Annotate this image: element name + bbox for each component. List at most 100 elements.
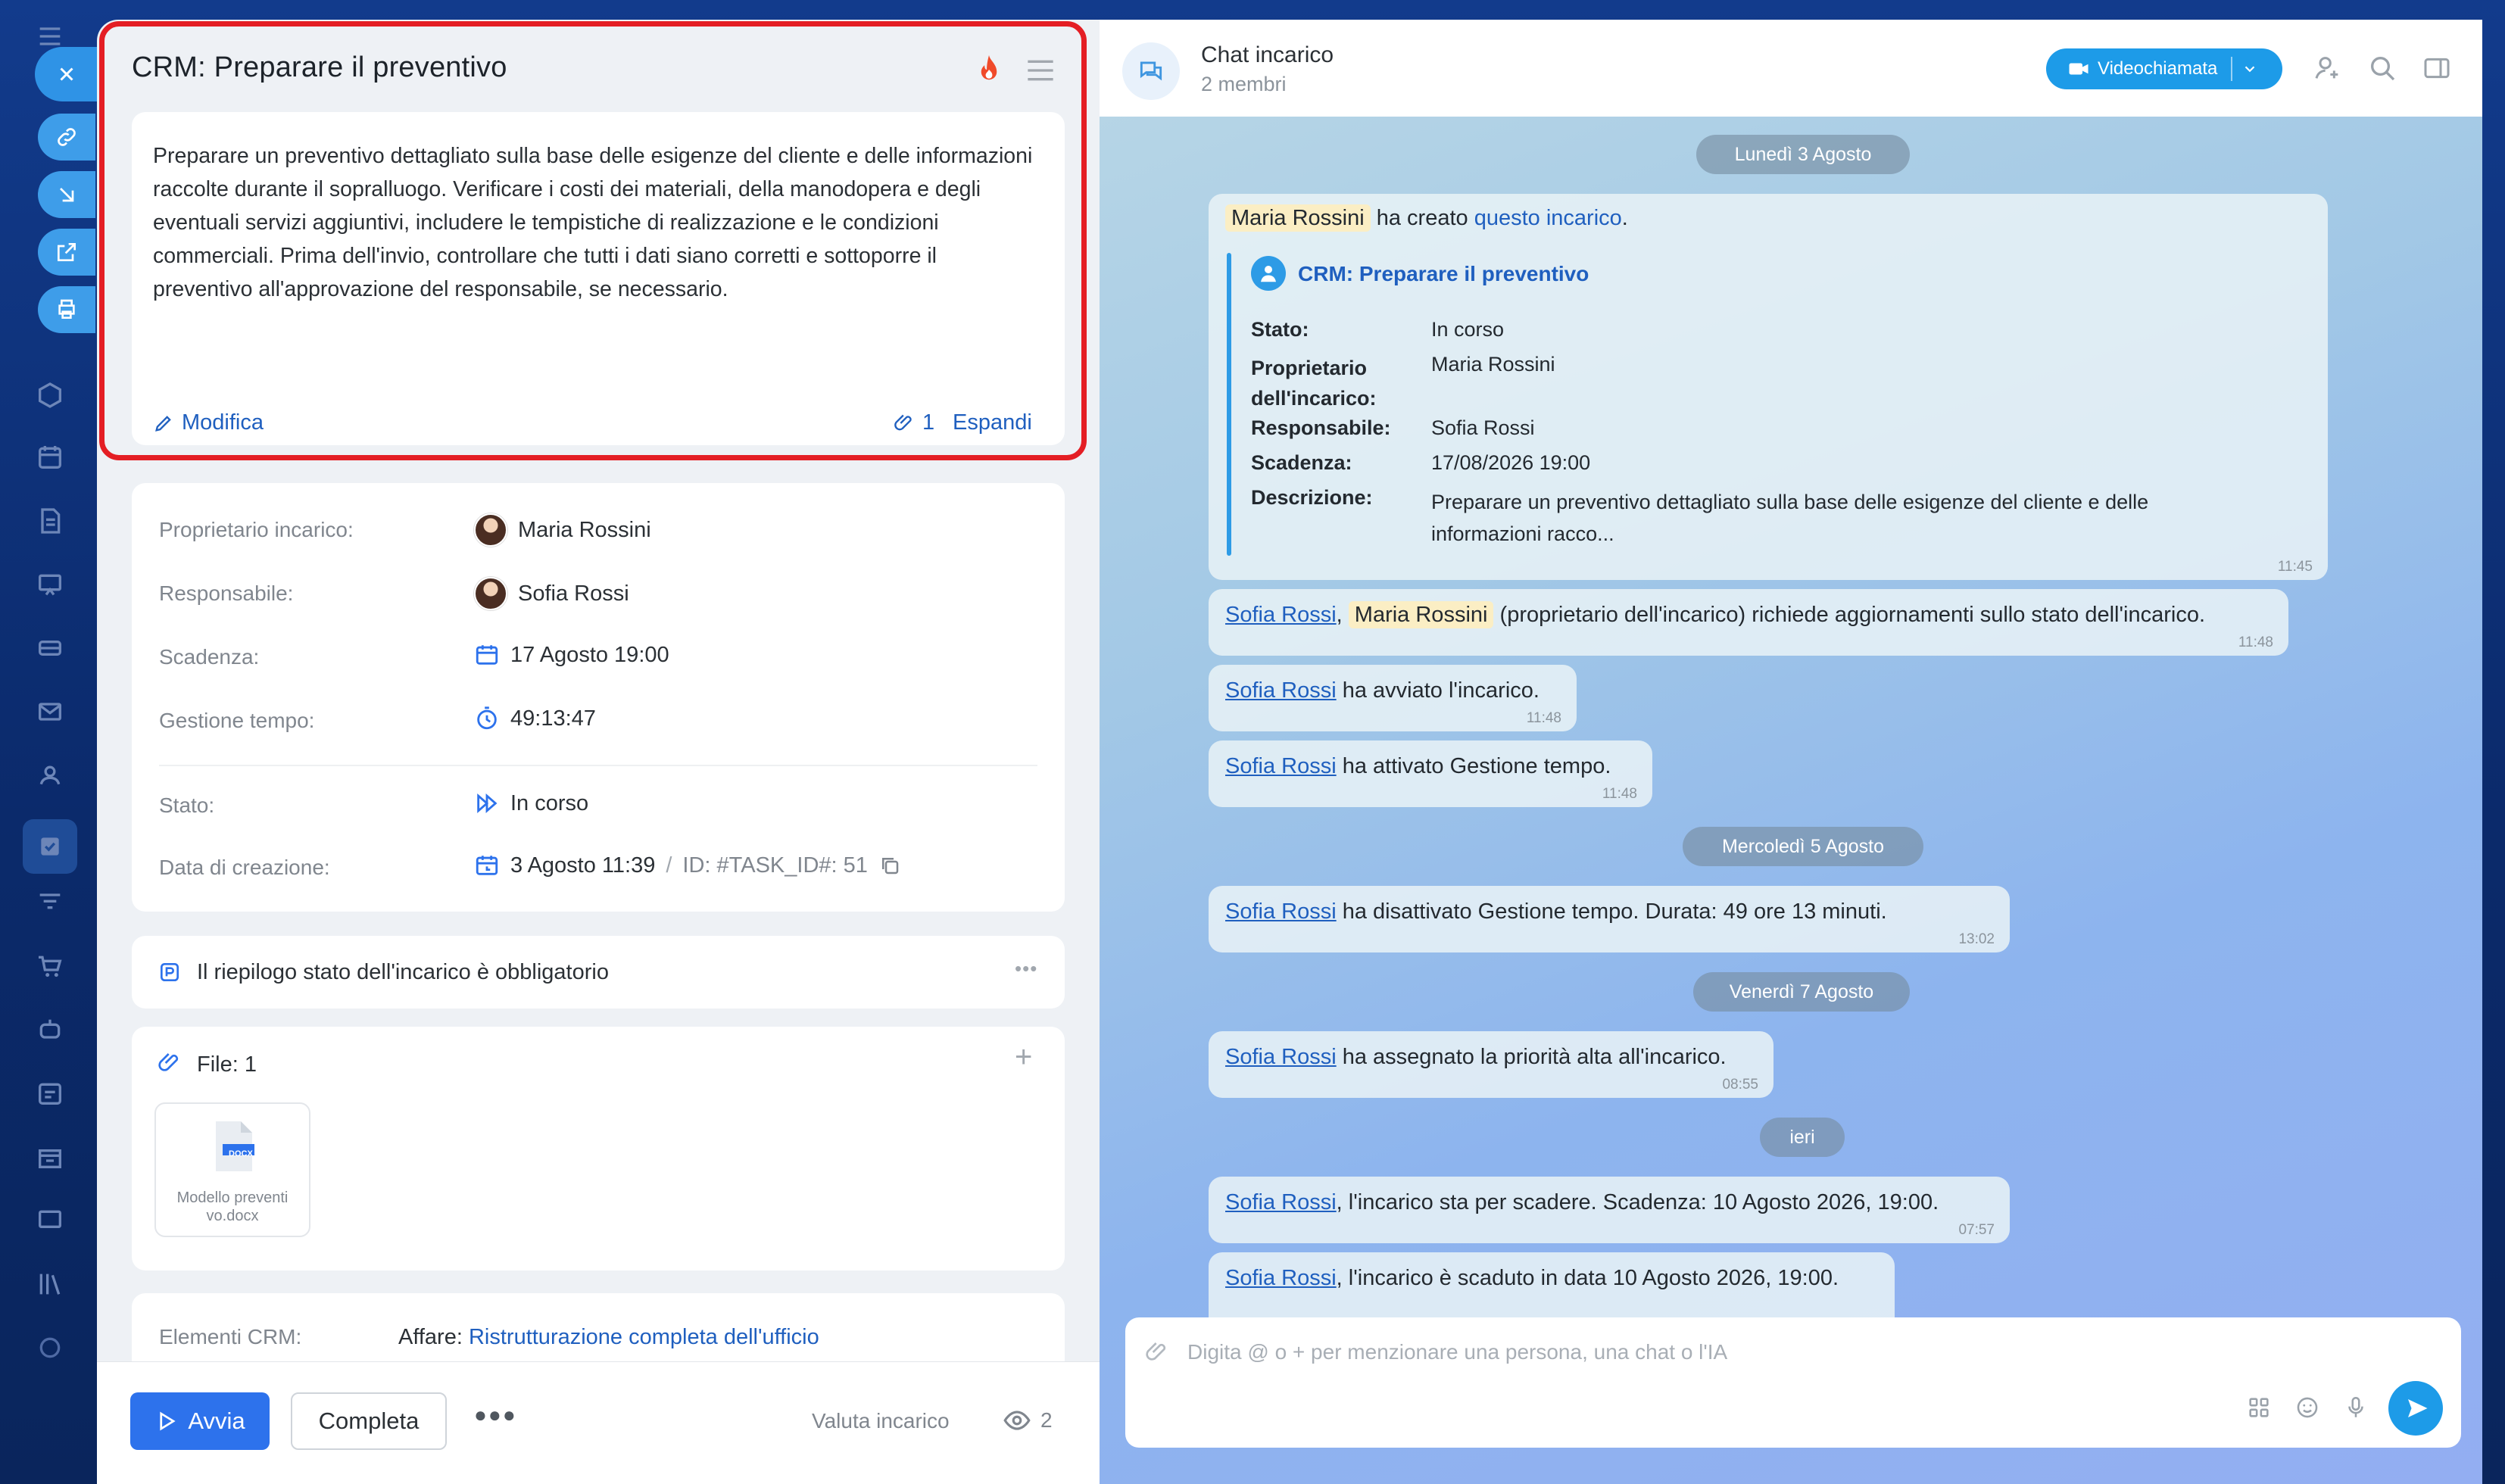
crm-label: Elementi CRM: [159,1325,302,1348]
open-new-window-button[interactable] [38,229,95,276]
play-forward-icon [477,793,498,814]
date-separator: Lunedì 3 Agosto [1696,135,1910,174]
apps-grid-icon[interactable] [2246,1395,2272,1420]
close-slider-button[interactable] [35,47,98,101]
close-icon [60,67,73,81]
task-title: CRM: Preparare il preventivo [132,51,507,83]
assignee-label: Responsabile: [159,581,294,605]
rail-mail-icon[interactable] [30,692,70,731]
send-button[interactable] [2388,1381,2443,1436]
divider [159,765,1037,766]
chat-message: Sofia Rossi, Maria Rossini (proprietario… [1209,589,2288,656]
rail-tasks-icon[interactable] [23,819,77,874]
task-card-title[interactable]: CRM: Preparare il preventivo [1298,262,1589,286]
mention-user[interactable]: Sofia Rossi [1225,1045,1337,1069]
rail-more-icon[interactable] [30,1328,70,1367]
rail-shop-icon[interactable] [30,946,70,986]
complete-button[interactable]: Completa [291,1392,447,1450]
deadline-label: Scadenza: [159,645,260,669]
paperclip-icon [158,1053,179,1071]
mention-user[interactable]: Sofia Rossi [1225,899,1337,924]
files-label: File: 1 [197,1052,257,1077]
expand-link[interactable]: Espandi [953,410,1032,435]
crm-deal-link[interactable]: Ristrutturazione completa dell'ufficio [469,1325,819,1349]
more-actions-icon[interactable]: ●●● [474,1403,517,1427]
task-panel: CRM: Preparare il preventivo Preparare u… [97,20,1100,1484]
minimize-button[interactable] [38,171,95,218]
mention-user[interactable]: Sofia Rossi [1225,678,1337,703]
status-value[interactable]: In corso [474,790,588,816]
rail-calendar-icon[interactable] [30,438,70,477]
search-icon[interactable] [2367,53,2397,83]
rail-robot-icon[interactable] [30,1010,70,1049]
task-chat: Chat incarico 2 membri Videochiamata Lun… [1100,20,2482,1484]
copy-link-button[interactable] [38,114,95,161]
rail-board-icon[interactable] [30,565,70,604]
summary-icon [161,963,179,981]
summary-required-card[interactable]: Il riepilogo stato dell'incarico è obbli… [132,936,1065,1009]
mention-user[interactable]: Sofia Rossi [1225,1190,1337,1214]
task-link[interactable]: questo incarico [1474,206,1622,230]
owner-value[interactable]: Maria Rossini [474,513,651,547]
views-counter[interactable]: 2 [1003,1406,1053,1435]
attachments-count[interactable]: 1 [894,410,934,435]
deadline-value[interactable]: 17 Agosto 19:00 [474,642,669,668]
file-tile[interactable]: DOCX Modello preventi vo.docx [154,1102,310,1237]
print-button[interactable] [38,286,95,333]
rail-screen-icon[interactable] [30,1201,70,1240]
mention-user[interactable]: Sofia Rossi [1225,603,1337,627]
microphone-icon[interactable] [2343,1395,2369,1420]
task-description: Preparare un preventivo dettagliato sull… [153,144,1033,301]
message-input[interactable]: Digita @ o + per menzionare una persona,… [1187,1340,2172,1364]
video-call-button[interactable]: Videochiamata [2046,48,2282,89]
chat-members[interactable]: 2 membri [1201,73,1287,96]
chat-message: Sofia Rossi, l'incarico sta per scadere.… [1209,1177,2010,1243]
assignee-value[interactable]: Sofia Rossi [474,577,629,610]
rail-archive-icon[interactable] [30,1137,70,1177]
external-link-icon [58,243,76,261]
chat-avatar [1122,42,1180,100]
chat-header: Chat incarico 2 membri Videochiamata [1100,20,2482,117]
link-icon [58,128,76,146]
pencil-icon [155,415,171,432]
chat-message: Sofia Rossi ha assegnato la priorità alt… [1209,1031,1773,1098]
attach-icon[interactable] [1145,1340,1169,1364]
send-icon [2408,1399,2428,1417]
time-tracking-value[interactable]: 49:13:47 [474,706,596,731]
description-card: Preparare un preventivo dettagliato sull… [132,112,1065,445]
add-file-icon[interactable]: + [1015,1040,1032,1074]
mention-author[interactable]: Maria Rossini [1225,204,1371,232]
crm-deal: Affare: Ristrutturazione completa dell'u… [398,1325,819,1349]
copy-icon[interactable] [878,854,901,877]
chat-message: Sofia Rossi ha disattivato Gestione temp… [1209,886,2010,952]
chat-message: Sofia Rossi ha attivato Gestione tempo. … [1209,740,1652,807]
rail-contacts-icon[interactable] [30,756,70,795]
edit-link[interactable]: Modifica [153,410,264,435]
stopwatch-icon [477,706,497,730]
task-menu-icon[interactable] [1025,59,1056,82]
add-member-icon[interactable] [2313,53,2343,83]
rate-task-link[interactable]: Valuta incarico [812,1409,950,1433]
calendar-clock-icon [476,856,498,875]
mention-user[interactable]: Sofia Rossi [1225,754,1337,778]
created-value: 3 Agosto 11:39 / ID: #TASK_ID#: 51 [474,853,901,878]
chat-bubbles-icon [1140,61,1162,81]
rail-docs-icon[interactable] [30,501,70,541]
created-label: Data di creazione: [159,856,330,879]
chevron-down-icon[interactable] [2241,61,2258,77]
rail-books-icon[interactable] [30,1264,70,1304]
emoji-icon[interactable] [2294,1395,2320,1420]
sidebar-toggle-icon[interactable] [2422,53,2452,83]
more-dots-icon[interactable]: ••• [1015,957,1037,980]
eye-icon [1003,1411,1031,1430]
priority-fire-icon[interactable] [975,53,1003,86]
rail-sites-icon[interactable] [30,376,70,415]
calendar-icon [476,645,498,665]
rail-drive-icon[interactable] [30,628,70,668]
start-button[interactable]: Avvia [130,1392,270,1450]
file-name: Modello preventi [176,1189,289,1206]
mention-user[interactable]: Sofia Rossi [1225,1266,1337,1290]
rail-filter-icon[interactable] [30,883,70,922]
rail-planner-icon[interactable] [30,1074,70,1113]
mention-user[interactable]: Maria Rossini [1348,601,1494,628]
